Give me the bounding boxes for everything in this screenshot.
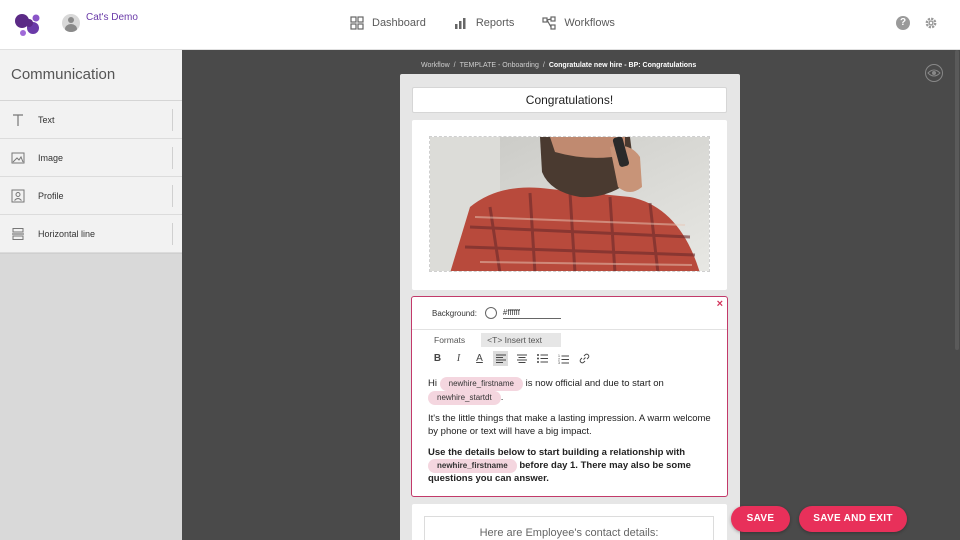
save-button[interactable]: SAVE	[731, 506, 790, 532]
text-block-editor[interactable]: × Background: #ffffff Formats <T> Insert…	[411, 296, 728, 497]
preview-eye-icon[interactable]	[924, 64, 944, 82]
merge-field-firstname[interactable]: newhire_firstname	[439, 377, 523, 391]
italic-icon[interactable]: I	[451, 351, 466, 366]
contact-heading: Here are Employee's contact details:	[424, 516, 714, 540]
breadcrumb-current: Congratulate new hire - BP: Congratulati…	[548, 62, 697, 69]
tab-formats[interactable]: Formats	[428, 333, 471, 347]
details-start: Use the details below to start building …	[428, 446, 686, 458]
background-color-input[interactable]: #ffffff	[502, 308, 561, 319]
sidebar-item-image[interactable]: Image	[0, 139, 182, 177]
nav-reports-label: Reports	[475, 17, 515, 29]
sidebar-item-horizontal-line[interactable]: Horizontal line	[0, 215, 182, 253]
greeting-mid: is now official and due to start on	[525, 378, 664, 389]
sidebar-item-profile[interactable]: Profile	[0, 177, 182, 215]
sidebar-panel: Communication Text Image Profile Horizon…	[0, 50, 182, 254]
workflows-icon	[542, 16, 556, 30]
gear-icon[interactable]	[924, 16, 938, 30]
svg-text:3: 3	[558, 361, 560, 364]
contact-block[interactable]: Here are Employee's contact details:	[412, 504, 727, 540]
page-scrollbar[interactable]	[955, 50, 959, 350]
reports-icon	[454, 18, 466, 29]
text-icon	[10, 112, 26, 128]
bold-icon[interactable]: B	[430, 351, 445, 366]
top-icons: ?	[896, 16, 938, 30]
paragraph-greeting: Hi newhire_firstname is now official and…	[428, 377, 718, 405]
sidebar-item-text[interactable]: Text	[0, 101, 182, 139]
background-setting: Background: #ffffff	[432, 307, 561, 319]
divider	[412, 329, 727, 330]
paragraph-impression: It's the little things that make a lasti…	[428, 413, 711, 437]
numbered-list-icon[interactable]: 123	[556, 351, 571, 366]
image-block[interactable]	[412, 120, 727, 290]
nav-reports[interactable]: Reports	[454, 16, 515, 30]
merge-field-firstname[interactable]: newhire_firstname	[428, 459, 517, 474]
breadcrumb-template[interactable]: TEMPLATE - Onboarding	[460, 62, 539, 69]
breadcrumb-separator: /	[542, 62, 545, 69]
align-left-icon[interactable]	[493, 351, 508, 366]
sidebar-item-label: Profile	[38, 190, 64, 201]
background-color-swatch[interactable]	[484, 307, 497, 319]
greeting-end: .	[500, 392, 504, 403]
link-icon[interactable]	[577, 351, 592, 366]
sidebar: Communication Text Image Profile Horizon…	[0, 50, 182, 540]
merge-field-startdt[interactable]: newhire_startdt	[428, 391, 501, 405]
email-title-block[interactable]: Congratulations!	[412, 87, 727, 113]
top-bar: Cat's Demo Dashboard Reports Workflows ?	[0, 0, 960, 50]
nav-dashboard-label: Dashboard	[372, 17, 426, 29]
nav-dashboard[interactable]: Dashboard	[350, 16, 426, 30]
background-label: Background:	[432, 308, 477, 318]
nav-workflows[interactable]: Workflows	[542, 16, 615, 30]
sidebar-item-label: Image	[38, 152, 64, 163]
font-color-icon[interactable]: A	[472, 351, 487, 366]
save-and-exit-button[interactable]: SAVE AND EXIT	[799, 506, 907, 532]
text-content[interactable]: Hi newhire_firstname is now official and…	[428, 377, 718, 494]
app-logo[interactable]	[14, 12, 42, 38]
dashboard-icon	[350, 16, 364, 30]
main-nav: Dashboard Reports Workflows	[350, 16, 615, 30]
format-toolbar: B I A 123	[430, 351, 592, 366]
user-name: Cat's Demo	[86, 12, 138, 23]
tab-insert-text[interactable]: <T> Insert text	[481, 333, 562, 347]
hero-image	[429, 136, 710, 272]
nav-workflows-label: Workflows	[564, 17, 615, 29]
bullet-list-icon[interactable]	[535, 351, 550, 366]
sidebar-item-label: Horizontal line	[38, 228, 96, 239]
breadcrumb: Workflow / TEMPLATE - Onboarding / Congratul…	[421, 62, 696, 69]
profile-icon	[10, 188, 26, 204]
help-icon[interactable]: ?	[896, 16, 910, 30]
sidebar-title: Communication	[0, 50, 182, 101]
editor-tabs: Formats <T> Insert text	[428, 333, 562, 347]
breadcrumb-workflow[interactable]: Workflow	[421, 62, 450, 69]
horizontal-line-icon	[10, 226, 26, 242]
user-menu[interactable]: Cat's Demo	[62, 12, 138, 32]
image-icon	[10, 150, 26, 166]
email-editor: Congratulations! × Background: #ffffff F…	[400, 74, 740, 540]
breadcrumb-separator: /	[453, 62, 456, 69]
man-on-phone-photo	[430, 137, 709, 271]
greeting-start: Hi	[428, 378, 437, 389]
sidebar-item-label: Text	[38, 114, 55, 125]
close-icon[interactable]: ×	[717, 298, 723, 310]
avatar	[62, 14, 80, 32]
paragraph-details: Use the details below to start building …	[428, 447, 718, 487]
align-center-icon[interactable]	[514, 351, 529, 366]
